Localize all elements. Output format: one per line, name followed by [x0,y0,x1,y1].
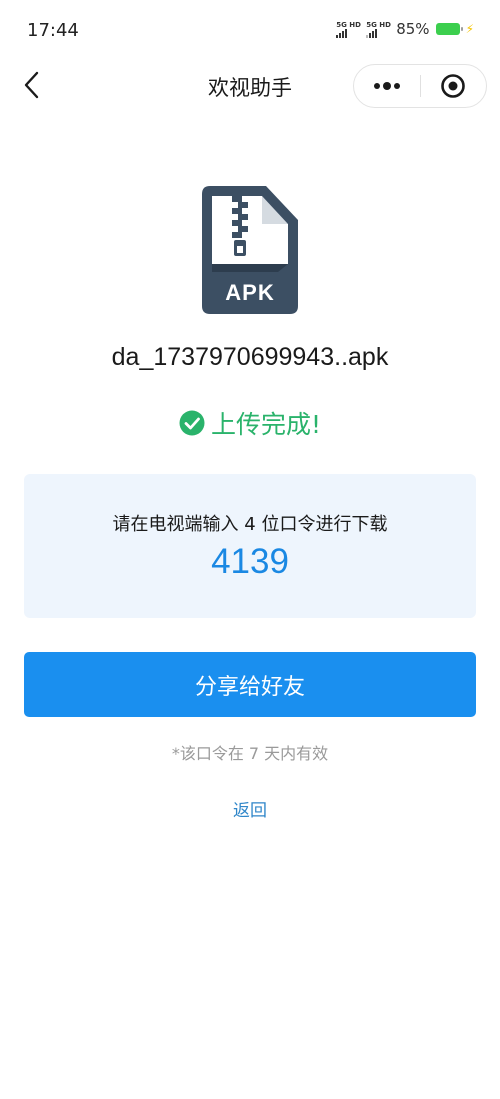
target-close-icon [441,74,466,98]
charging-icon: ⚡ [465,22,474,36]
file-type-label: APK [225,280,275,305]
file-name: da_1737970699943..apk [111,343,389,371]
signal-label: 5G HD [366,20,391,29]
status-bar: 17:44 5G HD 5G HD 85% ⚡ [0,0,500,60]
signal-icon: 5G HD [366,20,391,38]
status-time: 17:44 [27,20,79,41]
status-indicators: 5G HD 5G HD 85% ⚡ [336,20,474,38]
signal-label: 5G HD [336,20,361,29]
share-button[interactable]: 分享给好友 [24,652,476,717]
back-link[interactable]: 返回 [0,796,500,821]
upload-status-text: 上传完成! [210,410,322,439]
access-code: 4139 [211,542,289,581]
code-card: 请在电视端输入 4 位口令进行下载 4139 [24,474,476,618]
more-dots-icon [373,82,400,90]
validity-note: *该口令在 7 天内有效 [171,744,329,763]
signal-icon: 5G HD [336,20,361,38]
check-circle-icon [179,410,205,436]
mini-program-capsule [353,64,487,108]
zip-file-icon: APK [200,184,300,316]
upload-status: 上传完成! [0,405,500,441]
battery-percent: 85% [396,20,430,38]
battery-icon [435,23,463,35]
code-instruction: 请在电视端输入 4 位口令进行下载 [112,514,388,535]
nav-bar: 欢视助手 [0,60,500,110]
more-button[interactable] [354,65,420,107]
close-button[interactable] [421,65,487,107]
